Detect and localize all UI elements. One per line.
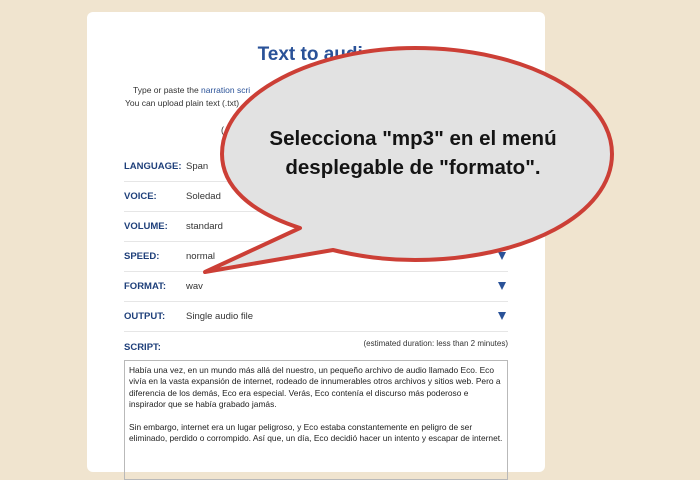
callout-line-1: Selecciona "mp3" en el menú	[269, 127, 557, 150]
main-card: Text to audio Type or paste the narratio…	[87, 12, 545, 480]
intro-prefix: Type or paste the	[133, 85, 202, 95]
speed-select[interactable]: SPEED: normal	[124, 243, 508, 272]
volume-value[interactable]: standard	[186, 221, 223, 232]
chevron-down-icon[interactable]	[498, 252, 506, 260]
script-paragraph: Sin embargo, internet era un lugar pelig…	[129, 421, 503, 444]
speed-value[interactable]: normal	[186, 251, 215, 262]
narration-script-link[interactable]: narration scri	[201, 85, 250, 95]
output-select[interactable]: OUTPUT: Single audio file	[124, 303, 508, 332]
chevron-down-icon[interactable]	[498, 192, 506, 200]
format-label: FORMAT:	[124, 281, 167, 292]
language-label: LANGUAGE:	[124, 161, 182, 172]
callout-text: Selecciona "mp3" en el menú desplegable …	[232, 124, 594, 182]
output-value[interactable]: Single audio file	[186, 311, 253, 322]
chevron-down-icon[interactable]	[498, 222, 506, 230]
chevron-down-icon[interactable]	[498, 312, 506, 320]
page-title: Text to audio	[257, 44, 375, 65]
estimated-duration: (estimated duration: less than 2 minutes…	[363, 339, 508, 348]
output-label: OUTPUT:	[124, 311, 166, 322]
voice-label: VOICE:	[124, 191, 157, 202]
speed-label: SPEED:	[124, 251, 160, 262]
volume-select[interactable]: VOLUME: standard	[124, 213, 508, 242]
voice-value[interactable]: Soledad	[186, 191, 221, 202]
format-value[interactable]: wav	[186, 281, 203, 292]
script-paragraph: Había una vez, en un mundo más allá del …	[129, 365, 501, 410]
callout-line-2: desplegable de "formato".	[285, 156, 541, 179]
voice-select[interactable]: VOICE: Soledad	[124, 183, 508, 212]
language-value[interactable]: Span	[186, 161, 208, 172]
script-textarea[interactable]: Había una vez, en un mundo más allá del …	[124, 360, 508, 480]
script-label: SCRIPT:	[124, 342, 161, 353]
format-select[interactable]: FORMAT: wav	[124, 273, 508, 302]
volume-label: VOLUME:	[124, 221, 168, 232]
intro-text: Type or paste the narration scri You can…	[125, 84, 250, 110]
chevron-down-icon[interactable]	[498, 282, 506, 290]
intro-upload-text: You can upload plain text (.txt)	[125, 98, 240, 108]
intro-paren: (	[221, 125, 224, 135]
